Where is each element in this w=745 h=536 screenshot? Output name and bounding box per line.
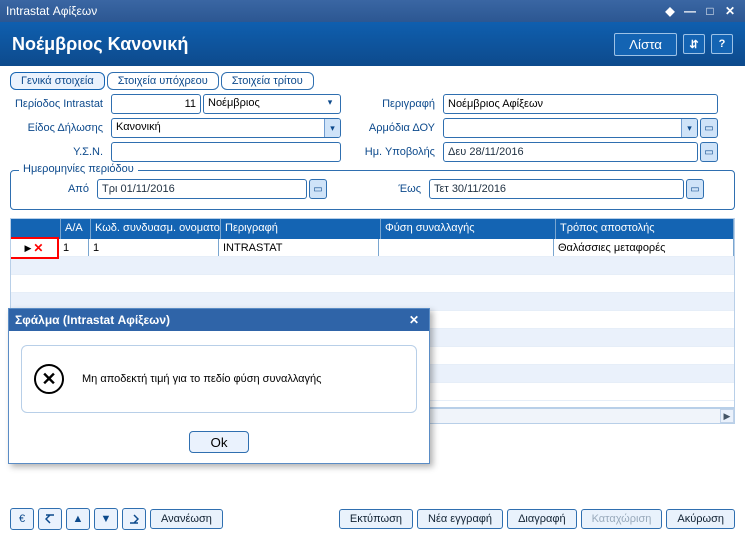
- first-record-button[interactable]: [38, 508, 62, 530]
- chevron-down-icon[interactable]: ▾: [322, 97, 338, 111]
- dialog-close-button[interactable]: ✕: [405, 312, 423, 328]
- col-header-code[interactable]: Κωδ. συνδυασμ. ονοματολ.: [91, 219, 221, 239]
- chevron-down-icon[interactable]: ▾: [681, 119, 697, 137]
- ysn-label: Υ.Σ.Ν.: [10, 146, 105, 158]
- help-button[interactable]: ?: [711, 34, 733, 54]
- col-header-nature[interactable]: Φύση συναλλαγής: [381, 219, 556, 239]
- new-record-button[interactable]: Νέα εγγραφή: [417, 509, 503, 529]
- close-button[interactable]: ✕: [721, 3, 739, 19]
- page-title: Νοέμβριος Κανονική: [12, 34, 188, 55]
- calendar-icon[interactable]: ▭: [686, 179, 704, 199]
- table-row[interactable]: ▶ ✕ 1 1 INTRASTAT Θαλάσσιες μεταφορές: [11, 239, 734, 257]
- tax-office-lookup-button[interactable]: ▭: [700, 118, 718, 138]
- row-error-indicator: ▶ ✕: [10, 237, 59, 259]
- print-button[interactable]: Εκτύπωση: [339, 509, 413, 529]
- period-label: Περίοδος Intrastat: [10, 98, 105, 110]
- error-icon: ✕: [34, 364, 64, 394]
- description-input[interactable]: [443, 94, 718, 114]
- period-dates-group: Ημερομηνίες περιόδου Από ▭ Έως ▭: [10, 170, 735, 210]
- tab-third-party[interactable]: Στοιχεία τρίτου: [221, 72, 314, 90]
- prev-record-button[interactable]: ▲: [66, 508, 90, 530]
- subheader: Νοέμβριος Κανονική Λίστα ⇵ ?: [0, 22, 745, 66]
- refresh-button[interactable]: Ανανέωση: [150, 509, 223, 529]
- dialog-content: ✕ Μη αποδεκτή τιμή για το πεδίο φύση συν…: [21, 345, 417, 413]
- to-date-input[interactable]: [429, 179, 684, 199]
- col-header-aa[interactable]: Α/Α: [61, 219, 91, 239]
- description-label: Περιγραφή: [347, 98, 437, 110]
- submit-date-input[interactable]: [443, 142, 698, 162]
- period-name-combo[interactable]: Νοέμβριος ▾: [203, 94, 341, 114]
- period-dates-title: Ημερομηνίες περιόδου: [19, 163, 138, 175]
- from-date-input[interactable]: [97, 179, 307, 199]
- titlebar: Intrastat Αφίξεων ◆ — □ ✕: [0, 0, 745, 22]
- calendar-icon[interactable]: ▭: [309, 179, 327, 199]
- cell-desc[interactable]: INTRASTAT: [219, 239, 379, 256]
- tab-general[interactable]: Γενικά στοιχεία: [10, 72, 105, 90]
- last-record-button[interactable]: [122, 508, 146, 530]
- cancel-button[interactable]: Ακύρωση: [666, 509, 735, 529]
- cell-shipping[interactable]: Θαλάσσιες μεταφορές: [554, 239, 734, 256]
- titlebar-diamond-icon[interactable]: ◆: [661, 3, 679, 19]
- maximize-button[interactable]: □: [701, 3, 719, 19]
- currency-button[interactable]: €: [10, 508, 34, 530]
- dialog-message: Μη αποδεκτή τιμή για το πεδίο φύση συναλ…: [82, 373, 321, 385]
- chevron-down-icon[interactable]: ▾: [324, 119, 340, 137]
- dialog-title-text: Σφάλμα (Intrastat Αφίξεων): [15, 313, 170, 327]
- tax-office-combo[interactable]: ▾: [443, 118, 698, 138]
- ysn-input[interactable]: [111, 142, 341, 162]
- cell-code[interactable]: 1: [89, 239, 219, 256]
- error-dialog: Σφάλμα (Intrastat Αφίξεων) ✕ ✕ Μη αποδεκ…: [8, 308, 430, 464]
- declaration-type-value: Κανονική: [112, 119, 324, 137]
- col-header-shipping[interactable]: Τρόπος αποστολής: [556, 219, 734, 239]
- row-error-icon: ✕: [33, 241, 43, 255]
- tax-office-value: [444, 119, 681, 137]
- declaration-type-combo[interactable]: Κανονική ▾: [111, 118, 341, 138]
- cell-aa[interactable]: 1: [59, 239, 89, 256]
- delete-button[interactable]: Διαγραφή: [507, 509, 577, 529]
- period-number-input[interactable]: [111, 94, 201, 114]
- save-button[interactable]: Καταχώριση: [581, 509, 663, 529]
- declaration-type-label: Είδος Δήλωσης: [10, 122, 105, 134]
- period-name-value: Νοέμβριος: [208, 97, 260, 111]
- minimize-button[interactable]: —: [681, 3, 699, 19]
- cell-nature[interactable]: [379, 239, 554, 256]
- form: Περίοδος Intrastat Νοέμβριος ▾ Περιγραφή…: [10, 94, 735, 162]
- col-header-desc[interactable]: Περιγραφή: [221, 219, 381, 239]
- submit-date-label: Ημ. Υποβολής: [347, 146, 437, 158]
- tabs: Γενικά στοιχεία Στοιχεία υπόχρεου Στοιχε…: [10, 72, 735, 90]
- to-date-label: Έως: [333, 183, 423, 195]
- window-title: Intrastat Αφίξεων: [6, 4, 97, 18]
- scroll-right-icon[interactable]: ▶: [720, 409, 734, 423]
- row-current-icon: ▶: [25, 243, 32, 254]
- tab-obligor[interactable]: Στοιχεία υπόχρεου: [107, 72, 219, 90]
- ok-button[interactable]: Ok: [189, 431, 249, 453]
- from-date-label: Από: [21, 183, 91, 195]
- footer-toolbar: € ▲ ▼ Ανανέωση Εκτύπωση Νέα εγγραφή Διαγ…: [10, 508, 735, 530]
- toggle-icon[interactable]: ⇵: [683, 34, 705, 54]
- list-button[interactable]: Λίστα: [614, 33, 677, 56]
- next-record-button[interactable]: ▼: [94, 508, 118, 530]
- grid-header: Α/Α Κωδ. συνδυασμ. ονοματολ. Περιγραφή Φ…: [11, 219, 734, 239]
- intrastat-window: Intrastat Αφίξεων ◆ — □ ✕ Νοέμβριος Κανο…: [0, 0, 745, 536]
- tax-office-label: Αρμόδια ΔΟΥ: [347, 122, 437, 134]
- dialog-titlebar: Σφάλμα (Intrastat Αφίξεων) ✕: [9, 309, 429, 331]
- calendar-icon[interactable]: ▭: [700, 142, 718, 162]
